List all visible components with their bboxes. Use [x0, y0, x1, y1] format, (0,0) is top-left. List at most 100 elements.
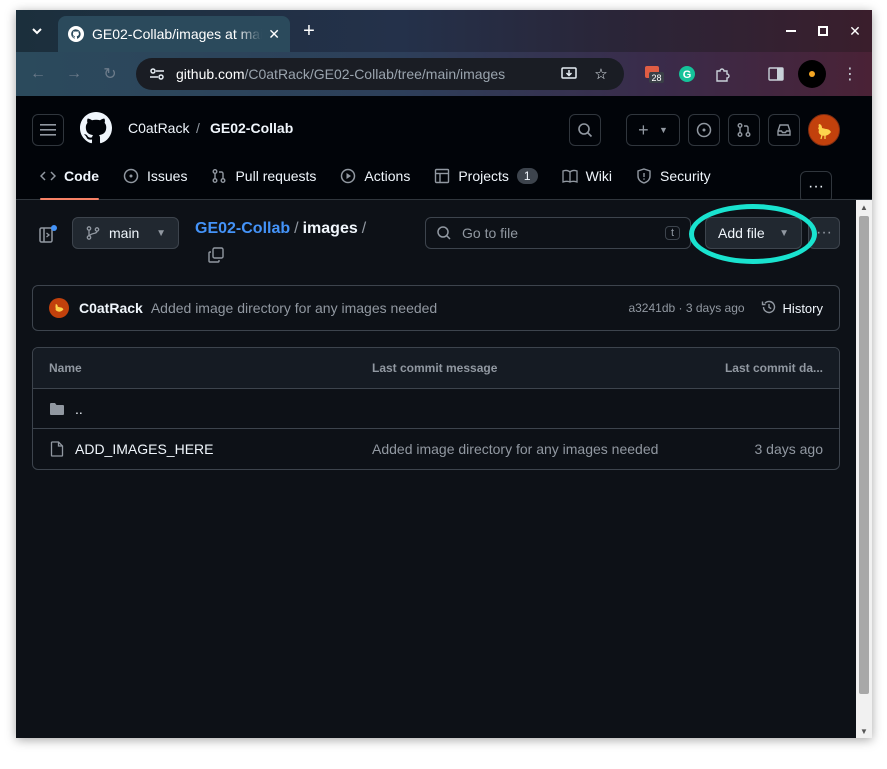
tab-close-icon[interactable]: ✕: [268, 26, 280, 43]
row-name: ADD_IMAGES_HERE: [75, 441, 214, 457]
tab-code[interactable]: Code: [32, 160, 107, 200]
tab-pull-requests[interactable]: Pull requests: [203, 160, 324, 192]
browser-window: GE02-Collab/images at main ✕ + ✕ ← → ↻ g…: [16, 10, 872, 738]
scroll-up-icon[interactable]: ▲: [856, 200, 872, 214]
latest-commit-bar: C0atRack Added image directory for any i…: [32, 285, 840, 331]
go-to-file-input[interactable]: Go to file t: [425, 217, 691, 249]
commit-author-avatar[interactable]: [49, 298, 69, 318]
commit-meta[interactable]: a3241db · 3 days ago: [628, 301, 744, 315]
tab-title: GE02-Collab/images at main: [92, 26, 262, 42]
row-name: ..: [75, 400, 83, 417]
owner-link[interactable]: C0atRack: [128, 120, 189, 136]
code-icon: [40, 168, 56, 184]
calendar-extension-icon[interactable]: 28: [644, 64, 664, 84]
forward-arrow-icon[interactable]: →: [64, 64, 84, 84]
path-separator: /: [294, 220, 299, 237]
create-new-dropdown[interactable]: + ▼: [626, 114, 680, 146]
expand-file-tree-icon[interactable]: [38, 224, 58, 244]
grammarly-icon[interactable]: G: [677, 64, 697, 84]
file-table: Name Last commit message Last commit da.…: [32, 347, 840, 470]
issues-icon[interactable]: [688, 114, 720, 146]
add-file-button[interactable]: Add file ▼: [705, 217, 802, 249]
book-icon: [561, 168, 578, 184]
search-icon[interactable]: [569, 114, 601, 146]
extensions-puzzle-icon[interactable]: [713, 64, 733, 84]
parent-dir-link[interactable]: ..: [49, 401, 83, 417]
branch-name: main: [109, 225, 140, 241]
browser-tab[interactable]: GE02-Collab/images at main ✕: [58, 16, 290, 52]
new-tab-plus-icon[interactable]: +: [298, 20, 320, 42]
tab-security-label: Security: [660, 168, 711, 184]
tab-actions-label: Actions: [364, 168, 411, 184]
row-commit-message[interactable]: Added image directory for any images nee…: [372, 441, 658, 457]
folder-icon: [49, 401, 65, 417]
more-options-icon[interactable]: ···: [808, 217, 840, 249]
tab-pull-requests-label: Pull requests: [235, 168, 317, 184]
header-last-commit-message: Last commit message: [372, 361, 498, 375]
hamburger-menu-icon[interactable]: [32, 114, 64, 146]
nav-overflow-icon[interactable]: ···: [800, 171, 832, 203]
install-app-icon[interactable]: [560, 65, 578, 83]
scroll-down-icon[interactable]: ▼: [856, 724, 872, 738]
pull-request-icon: [211, 168, 227, 184]
tab-strip: GE02-Collab/images at main ✕ + ✕: [16, 10, 872, 52]
path-repo-link[interactable]: GE02-Collab: [195, 220, 290, 237]
side-panel-icon[interactable]: [766, 64, 786, 84]
inbox-icon[interactable]: [768, 114, 800, 146]
path-trailing-separator: /: [361, 220, 367, 237]
url-text: github.com/C0atRack/GE02-Collab/tree/mai…: [176, 66, 505, 82]
user-avatar[interactable]: [808, 114, 840, 146]
reload-icon[interactable]: ↻: [100, 64, 120, 84]
address-bar[interactable]: github.com/C0atRack/GE02-Collab/tree/mai…: [136, 58, 624, 90]
branch-selector[interactable]: main ▼: [72, 217, 179, 249]
table-row[interactable]: ..: [33, 389, 839, 429]
shield-icon: [636, 168, 652, 184]
table-row[interactable]: ADD_IMAGES_HERE Added image directory fo…: [33, 429, 839, 469]
tab-security[interactable]: Security: [628, 160, 719, 192]
commit-message[interactable]: Added image directory for any images nee…: [151, 300, 437, 316]
copy-path-icon[interactable]: [207, 246, 225, 264]
scroll-thumb[interactable]: [859, 216, 869, 694]
tab-search-chevron-icon[interactable]: [26, 20, 48, 42]
pull-requests-icon[interactable]: [728, 114, 760, 146]
branch-icon: [86, 226, 100, 240]
maximize-icon[interactable]: [812, 20, 834, 42]
tab-projects-label: Projects: [458, 168, 509, 184]
issue-icon: [123, 168, 139, 184]
profile-avatar-icon[interactable]: [798, 60, 826, 88]
tab-issues[interactable]: Issues: [115, 160, 195, 192]
plus-icon: +: [638, 119, 649, 140]
repo-content: main ▼ GE02-Collab / images / Go to file t …: [16, 200, 856, 738]
back-arrow-icon[interactable]: ←: [28, 64, 48, 84]
page-scrollbar[interactable]: ▲ ▼: [856, 200, 872, 738]
repo-link[interactable]: GE02-Collab: [210, 120, 293, 136]
url-path: /C0atRack/GE02-Collab/tree/main/images: [244, 66, 506, 82]
go-to-file-placeholder: Go to file: [462, 225, 519, 241]
browser-menu-icon[interactable]: ⋮: [840, 64, 860, 84]
history-button[interactable]: History: [761, 299, 823, 318]
minimize-icon[interactable]: [780, 20, 802, 42]
file-icon: [49, 441, 65, 457]
url-host: github.com: [176, 66, 245, 82]
path-current-dir: images: [302, 220, 358, 237]
commit-author[interactable]: C0atRack: [79, 300, 143, 316]
bookmark-star-icon[interactable]: ☆: [592, 65, 610, 83]
row-commit-date: 3 days ago: [754, 441, 824, 457]
tab-wiki[interactable]: Wiki: [554, 160, 620, 192]
site-settings-icon[interactable]: [148, 65, 166, 83]
chevron-down-icon: ▼: [779, 227, 789, 239]
history-label: History: [782, 300, 823, 316]
file-link[interactable]: ADD_IMAGES_HERE: [49, 441, 213, 457]
chevron-down-icon: ▼: [156, 227, 166, 239]
breadcrumb-separator: /: [196, 120, 200, 136]
github-logo-icon[interactable]: [80, 112, 112, 144]
search-icon: [437, 226, 451, 240]
history-clock-icon: [761, 299, 777, 318]
github-header: C0atRack / GE02-Collab + ▼ Code Issues P…: [16, 96, 872, 203]
play-icon: [340, 168, 356, 184]
chevron-down-icon: ▼: [658, 125, 668, 135]
tab-actions[interactable]: Actions: [332, 160, 418, 192]
close-window-icon[interactable]: ✕: [844, 20, 866, 42]
tab-projects[interactable]: Projects 1: [426, 160, 545, 192]
tab-wiki-label: Wiki: [585, 168, 613, 184]
